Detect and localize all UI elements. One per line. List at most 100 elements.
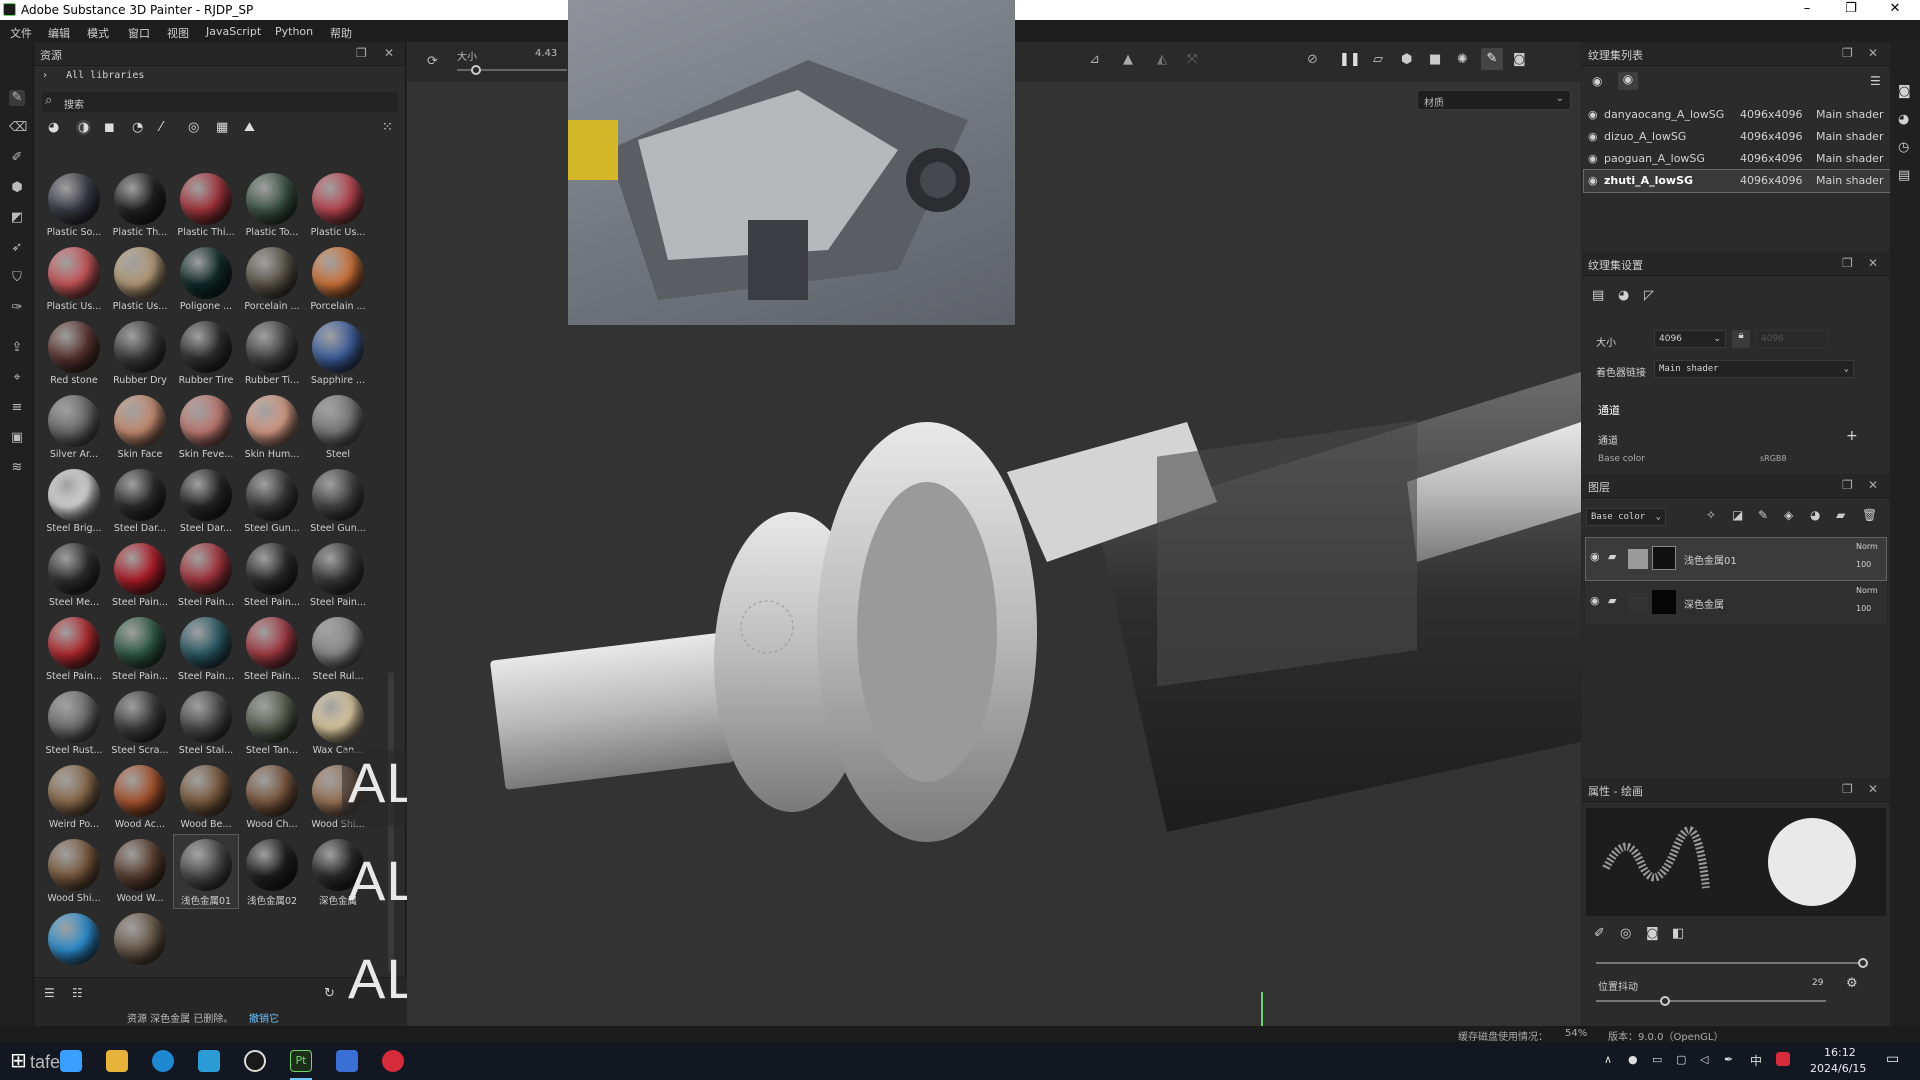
material-thumbnail[interactable]: Plastic Us... [42, 243, 106, 316]
add-folder-icon[interactable]: ▰ [1836, 508, 1845, 522]
filter-alphas-icon[interactable]: ◎ [188, 120, 199, 135]
menu-mode[interactable]: 模式 [87, 25, 109, 41]
add-fill-layer-icon[interactable]: ◈ [1784, 508, 1793, 522]
menu-window[interactable]: 窗口 [128, 25, 150, 41]
material-thumbnail[interactable]: Rubber Tire [174, 317, 238, 390]
filter-textures-icon[interactable]: ▦ [216, 120, 228, 135]
add-mask-icon[interactable]: ◪ [1732, 508, 1743, 522]
delete-layer-icon[interactable]: 🗑︎ [1862, 508, 1877, 522]
add-effect-icon[interactable]: ✧ [1706, 508, 1716, 522]
add-smart-material-icon[interactable]: ◕ [1810, 508, 1820, 522]
export-icon[interactable]: ▣ [9, 430, 25, 446]
float-panel-icon[interactable]: ❐ [356, 46, 367, 60]
layer-channel-select[interactable]: Base color ⌄ [1586, 508, 1666, 526]
layer-blend-mode[interactable]: Norm [1856, 586, 1878, 595]
list-view-icon[interactable]: ☰ [44, 986, 55, 1000]
material-thumbnail[interactable]: Wood Ac... [108, 761, 172, 834]
visibility-eye-icon[interactable]: ◉ [1588, 108, 1598, 121]
add-channel-icon[interactable]: + [1846, 428, 1858, 444]
float-panel-icon[interactable]: ❐ [1842, 478, 1853, 492]
display-icon[interactable]: ▢ [1676, 1053, 1686, 1066]
maximize-icon[interactable]: ❐ [1836, 1, 1866, 16]
material-thumbnail[interactable]: Porcelain ... [306, 243, 370, 316]
size-select[interactable]: 4096 ⌄ [1654, 330, 1726, 348]
measure-icon[interactable]: ⌖ [9, 370, 25, 386]
material-thumbnail[interactable]: 浅色金属01 [173, 834, 239, 909]
filter-materials-icon[interactable]: ◕ [48, 120, 59, 135]
texture-set-row-selected[interactable]: ◉ zhuti_A_lowSG 4096x4096 Main shader [1583, 169, 1891, 193]
menu-javascript[interactable]: JavaScript [206, 25, 261, 38]
material-thumbnail[interactable]: Plastic Us... [108, 243, 172, 316]
material-thumbnail[interactable]: Steel Stai... [174, 687, 238, 760]
visibility-eye-icon[interactable]: ◉ [1590, 550, 1600, 563]
material-thumbnail[interactable]: 蓝计划文... [42, 909, 106, 969]
history-icon[interactable]: ◷ [1898, 140, 1909, 155]
antivirus-icon[interactable] [1776, 1052, 1790, 1066]
tab-material-icon[interactable]: ◕ [1618, 288, 1629, 303]
tab-stencil-icon[interactable]: ◙ [1646, 926, 1659, 941]
close-panel-icon[interactable]: ✕ [1868, 256, 1878, 270]
visibility-eye-icon[interactable]: ◉ [1588, 174, 1598, 187]
material-thumbnail[interactable]: Steel Pain... [174, 613, 238, 686]
material-thumbnail[interactable]: Wood Ch... [240, 761, 304, 834]
material-thumbnail[interactable]: Weird Po... [42, 761, 106, 834]
material-thumbnail[interactable]: Steel Gun... [240, 465, 304, 538]
material-thumbnail[interactable]: Steel Brig... [42, 465, 106, 538]
material-thumbnail[interactable]: Steel Pain... [306, 539, 370, 612]
material-thumbnail[interactable]: 浅色金属02 [240, 835, 304, 908]
jitter-slider-handle[interactable] [1660, 996, 1670, 1006]
filter-smart-masks-icon[interactable]: ◔ [132, 120, 143, 135]
close-panel-icon[interactable]: ✕ [1868, 46, 1878, 60]
material-thumbnail[interactable]: Steel [306, 391, 370, 464]
paint-mode-icon[interactable]: ✎ [1481, 48, 1503, 70]
material-thumbnail[interactable]: Rubber Dry [108, 317, 172, 390]
tab-alpha-icon[interactable]: ◎ [1620, 926, 1631, 941]
tab-uv-icon[interactable]: ◸ [1644, 288, 1654, 303]
tab-material-icon[interactable]: ◧ [1672, 926, 1684, 941]
layer-blend-mode[interactable]: Norm [1856, 542, 1878, 551]
brush-preset-icon[interactable]: ⟳ [427, 54, 438, 69]
display-mode-select[interactable]: 材质 ⌄ [1417, 90, 1571, 110]
bake-icon[interactable]: ⇪ [9, 340, 25, 356]
jitter-settings-icon[interactable]: ⚙ [1846, 976, 1858, 991]
pause-icon[interactable]: ❚❚ [1339, 52, 1361, 67]
view-3d-icon[interactable]: ⬢ [1401, 52, 1412, 67]
material-thumbnail[interactable]: Steel Pain... [240, 613, 304, 686]
material-thumbnail[interactable]: Rubber Ti... [240, 317, 304, 390]
material-thumbnail[interactable]: Wood W... [108, 835, 172, 908]
material-thumbnail[interactable]: Steel Dar... [174, 465, 238, 538]
material-thumbnail[interactable]: Porcelain ... [240, 243, 304, 316]
eraser-icon[interactable]: ⌫ [9, 120, 27, 136]
float-panel-icon[interactable]: ❐ [1842, 46, 1853, 60]
material-thumbnail[interactable]: Steel Pain... [42, 613, 106, 686]
light-icon[interactable]: ✺ [1457, 52, 1468, 67]
material-thumbnail[interactable]: Plastic So... [42, 169, 106, 242]
close-panel-icon[interactable]: ✕ [1868, 782, 1878, 796]
clock-date[interactable]: 2024/6/15 [1810, 1062, 1866, 1075]
texture-set-panel-icon[interactable]: ◙ [1898, 84, 1911, 99]
mirror-icon[interactable]: ▲ [1123, 52, 1133, 67]
log-icon[interactable]: ▤ [1898, 168, 1910, 183]
grid-view-icon[interactable]: ⁙ [382, 120, 393, 135]
material-thumbnail[interactable]: Steel Dar... [108, 465, 172, 538]
display-settings-icon[interactable]: ◕ [1898, 112, 1909, 127]
close-panel-icon[interactable]: ✕ [1868, 478, 1878, 492]
obs-icon[interactable] [244, 1050, 266, 1072]
material-thumbnail[interactable]: Plastic To... [240, 169, 304, 242]
screenshot-icon[interactable]: ◙ [1513, 52, 1526, 67]
eye-toggle-icon[interactable]: ◉ [1592, 74, 1602, 88]
material-thumbnail[interactable]: Steel Gun... [306, 465, 370, 538]
lazy-mouse-icon[interactable]: ◭ [1157, 52, 1167, 67]
material-thumbnail[interactable]: Skin Feve... [174, 391, 238, 464]
meeting-icon[interactable] [336, 1050, 358, 1072]
file-explorer-icon[interactable] [106, 1050, 128, 1072]
jitter-slider[interactable] [1596, 996, 1826, 1006]
undo-link[interactable]: 撤销它 [249, 1010, 279, 1025]
pen-icon[interactable]: ✒ [1724, 1053, 1733, 1066]
maya-icon[interactable] [198, 1050, 220, 1072]
close-panel-icon[interactable]: ✕ [384, 46, 394, 60]
geometry-fill-icon[interactable]: ⬢ [9, 180, 25, 196]
close-icon[interactable]: ✕ [1880, 1, 1910, 16]
tab-texture-icon[interactable]: ▤ [1592, 288, 1604, 303]
layer-opacity[interactable]: 100 [1856, 604, 1871, 613]
